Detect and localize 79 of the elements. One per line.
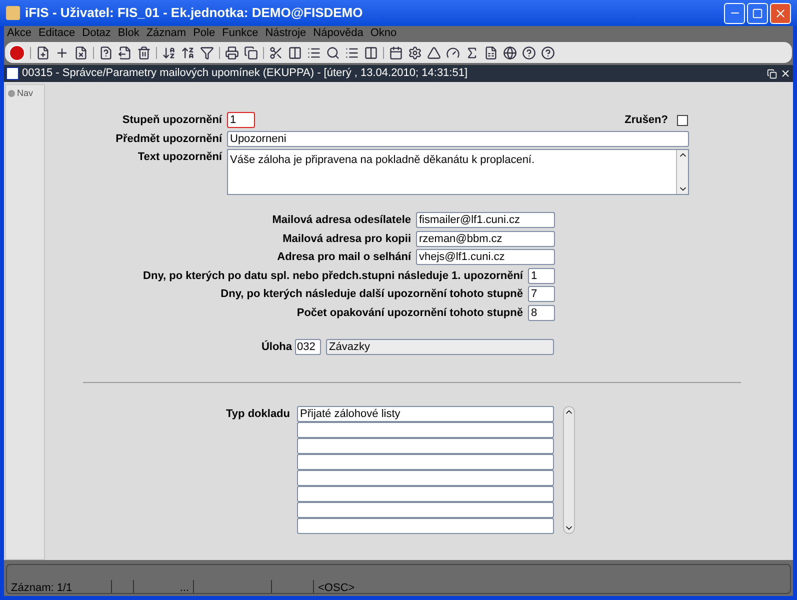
input-field[interactable]: 032 [295, 339, 321, 356]
list-icon[interactable] [345, 46, 359, 60]
checkbox[interactable] [677, 114, 688, 126]
menu-item[interactable]: Nástroje [265, 25, 306, 42]
menu-item[interactable]: Nápověda [313, 25, 364, 42]
globe-icon[interactable] [503, 46, 517, 60]
maximize-icon [752, 8, 763, 18]
scrollbar[interactable] [676, 150, 688, 194]
menu-item[interactable]: Okno [370, 25, 397, 42]
field-label: Adresa pro mail o selhání [277, 250, 411, 265]
help-icon[interactable] [522, 46, 536, 60]
print-icon[interactable] [225, 46, 239, 60]
calendar-icon[interactable] [389, 46, 403, 60]
menu-item[interactable]: Akce [7, 25, 32, 42]
input-field[interactable]: vhejs@lf1.cuni.cz [416, 249, 555, 266]
text-value: Váše záloha je připravena na pokladně děkanátu k proplacení. [229, 153, 536, 168]
field-label: Úloha [260, 339, 292, 355]
delete-record-icon[interactable] [74, 46, 88, 60]
gauge-icon[interactable] [446, 46, 460, 60]
minimize-button[interactable] [724, 2, 745, 24]
input-field[interactable] [297, 454, 554, 470]
field-label: Dny, po kterých po datu spl. nebo předch.stupni následuje 1. upozornění [143, 268, 523, 284]
app-logo-icon [6, 67, 19, 80]
scissors-icon[interactable] [269, 46, 283, 60]
input-field[interactable]: 1 [227, 112, 255, 128]
columns-icon[interactable] [364, 46, 378, 60]
sort-ascending-icon[interactable] [162, 46, 176, 60]
input-field[interactable]: 8 [528, 304, 555, 321]
input-field[interactable] [297, 438, 554, 454]
status-text: <OSC> [317, 581, 356, 593]
scrollbar[interactable] [563, 406, 575, 534]
field-label: Počet opakování upozornění tohoto stupně [296, 306, 523, 320]
field-label: Předmět upozornění [114, 132, 222, 146]
input-field[interactable] [297, 518, 554, 534]
menu-item[interactable]: Editace [38, 25, 76, 42]
field-label: Zrušen? [624, 113, 668, 128]
help-icon[interactable] [541, 46, 555, 60]
app-icon [6, 6, 20, 20]
close-icon[interactable] [780, 68, 791, 79]
field-label: Stupeň upozornění [121, 113, 222, 128]
close-icon [774, 6, 787, 20]
filter-icon[interactable] [200, 46, 214, 60]
input-field[interactable]: fismailer@lf1.cuni.cz [416, 212, 555, 228]
field-label: Mailová adresa odesílatele [272, 213, 411, 228]
search-icon[interactable] [326, 46, 340, 60]
input-field[interactable]: Závazky [326, 339, 554, 356]
status-text: Záznam: 1/1 [7, 580, 112, 593]
input-field[interactable]: 1 [528, 268, 555, 284]
input-field[interactable]: Upozorneni [227, 130, 689, 147]
sort-descending-icon[interactable] [181, 46, 195, 60]
input-field[interactable] [297, 486, 554, 502]
input-field[interactable]: rzeman@bbm.cz [416, 230, 555, 247]
text-area[interactable]: Váše záloha je připravena na pokladně děkanátu k proplacení. [227, 149, 689, 195]
field-label: Typ dokladu [225, 406, 290, 422]
menu-item[interactable]: Blok [118, 25, 140, 42]
settings-icon[interactable] [408, 46, 422, 60]
menu-item[interactable]: Funkce [222, 25, 258, 42]
add-record-icon[interactable] [36, 46, 50, 60]
menu-item[interactable]: Záznam [146, 25, 186, 42]
field-label: Mailová adresa pro kopii [282, 232, 411, 246]
close-button[interactable] [770, 2, 791, 24]
nav-tab[interactable]: Nav [6, 85, 44, 102]
field-label: Text upozornění [136, 150, 222, 165]
input-field[interactable]: 7 [528, 286, 555, 302]
menu-item[interactable]: Pole [193, 25, 216, 42]
triangle-icon[interactable] [427, 46, 441, 60]
input-field[interactable] [297, 422, 554, 438]
input-field[interactable] [297, 470, 554, 486]
status-text: ... [134, 580, 194, 593]
field-label: Dny, po kterých následuje další upozornění tohoto stupně [220, 287, 523, 302]
form-title: 00315 - Správce/Parametry mailových upomínek (EKUPPA) - [úterý , 13.04.2010; 14:31:51] [22, 66, 469, 82]
window-title: iFIS - Uživatel: FIS_01 - Ek.jednotka: DEMO@FISDEMO [25, 4, 364, 22]
maximize-button[interactable] [747, 2, 768, 24]
sigma-icon[interactable] [465, 46, 479, 60]
menu-item[interactable]: Dotaz [82, 25, 111, 42]
stop-sign-icon[interactable] [9, 44, 25, 60]
input-field[interactable] [297, 502, 554, 518]
restore-icon[interactable] [767, 68, 777, 78]
input-field[interactable]: Přijaté zálohové listy [297, 406, 554, 422]
